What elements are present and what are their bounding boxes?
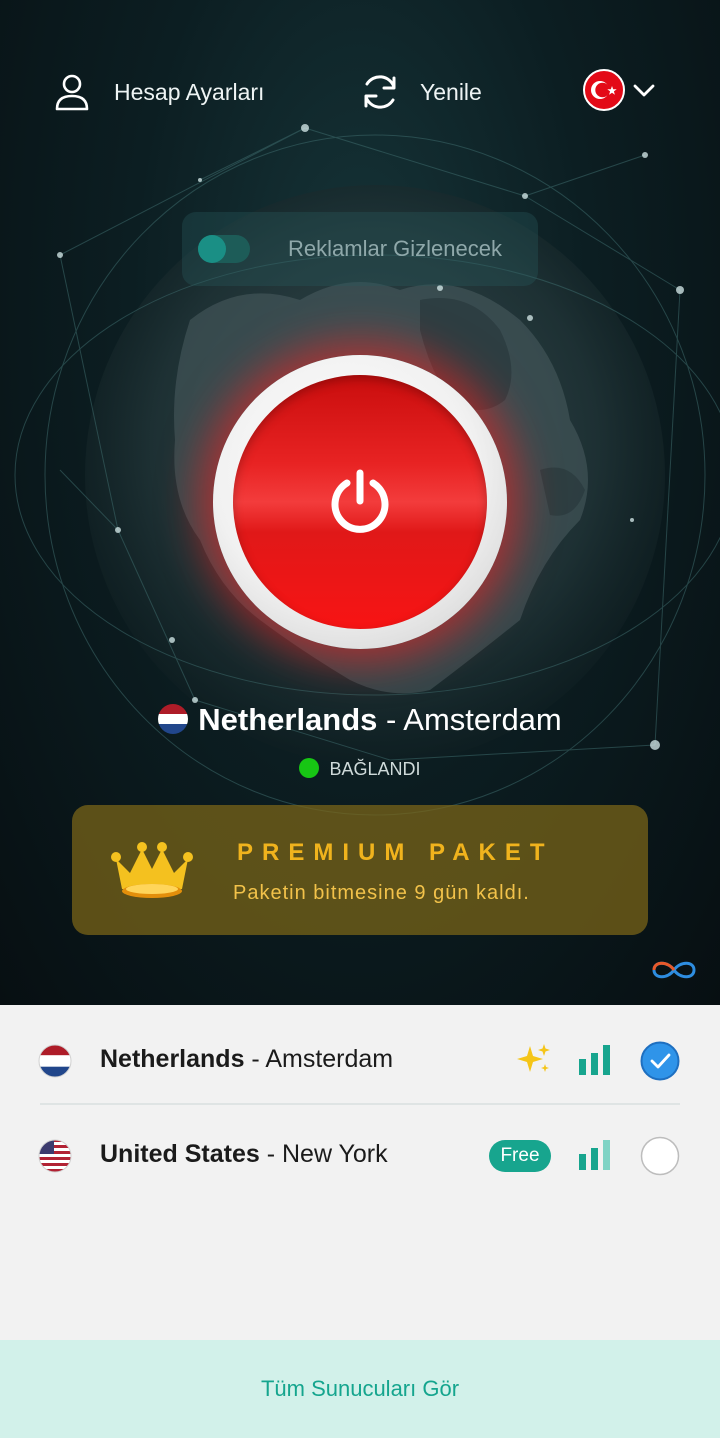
- list-divider: [40, 1103, 680, 1105]
- chevron-down-icon: [633, 84, 655, 97]
- crown-icon: [111, 842, 193, 898]
- power-button[interactable]: [213, 355, 507, 649]
- server-separator: -: [244, 1045, 266, 1073]
- sparkle-icon: [517, 1044, 550, 1072]
- server-city: New York: [281, 1140, 388, 1168]
- hide-ads-toggle[interactable]: Reklamlar Gizlenecek: [182, 212, 538, 286]
- server-row-netherlands[interactable]: Netherlands - Amsterdam: [0, 1011, 720, 1111]
- language-selector[interactable]: [583, 68, 657, 112]
- server-city: Amsterdam: [265, 1045, 394, 1073]
- hero-panel: Hesap Ayarları Yenile Reklamlar Gizlenec…: [0, 0, 720, 1005]
- premium-banner[interactable]: PREMIUM PAKET Paketin bitmesine 9 gün ka…: [72, 805, 648, 935]
- power-icon: [331, 469, 389, 533]
- signal-strength-icon: [579, 1140, 610, 1170]
- server-country: Netherlands: [100, 1045, 245, 1073]
- refresh-button[interactable]: Yenile: [358, 70, 482, 114]
- toggle-switch[interactable]: [198, 235, 250, 263]
- view-all-servers-button[interactable]: Tüm Sunucuları Gör: [0, 1340, 720, 1438]
- server-row-united-states[interactable]: United States - New York Free: [0, 1106, 720, 1206]
- connected-location: Netherlands - Amsterdam: [0, 702, 720, 738]
- premium-title: PREMIUM PAKET: [237, 839, 554, 866]
- connected-city: Amsterdam: [403, 702, 562, 737]
- top-bar: Hesap Ayarları Yenile: [0, 62, 720, 122]
- connected-separator: -: [377, 702, 404, 737]
- server-country: United States: [100, 1140, 260, 1168]
- refresh-icon: [364, 75, 396, 109]
- server-name: United States - New York: [100, 1140, 388, 1169]
- turkey-flag-icon: [583, 69, 625, 111]
- united-states-flag-icon: [38, 1139, 72, 1173]
- connection-status: BAĞLANDI: [0, 758, 720, 780]
- premium-subtitle: Paketin bitmesine 9 gün kaldı.: [233, 882, 530, 904]
- hide-ads-label: Reklamlar Gizlenecek: [288, 236, 502, 261]
- user-icon: [55, 74, 89, 111]
- signal-strength-icon: [579, 1045, 610, 1075]
- netherlands-flag-icon: [158, 704, 189, 734]
- status-text: BAĞLANDI: [329, 759, 421, 779]
- netherlands-flag-icon: [38, 1044, 72, 1078]
- status-dot: [299, 758, 320, 778]
- connected-country: Netherlands: [198, 702, 378, 737]
- free-badge: Free: [489, 1140, 551, 1172]
- unselected-radio-icon[interactable]: [640, 1136, 680, 1176]
- server-name: Netherlands - Amsterdam: [100, 1045, 393, 1074]
- server-separator: -: [259, 1140, 282, 1168]
- account-settings-label: Hesap Ayarları: [114, 78, 265, 105]
- refresh-label: Yenile: [420, 78, 482, 105]
- server-list: Netherlands - Amsterdam United States - …: [0, 1005, 720, 1340]
- account-settings-button[interactable]: Hesap Ayarları: [52, 70, 264, 114]
- infinity-logo-icon: [652, 961, 696, 979]
- selected-check-icon[interactable]: [640, 1041, 680, 1081]
